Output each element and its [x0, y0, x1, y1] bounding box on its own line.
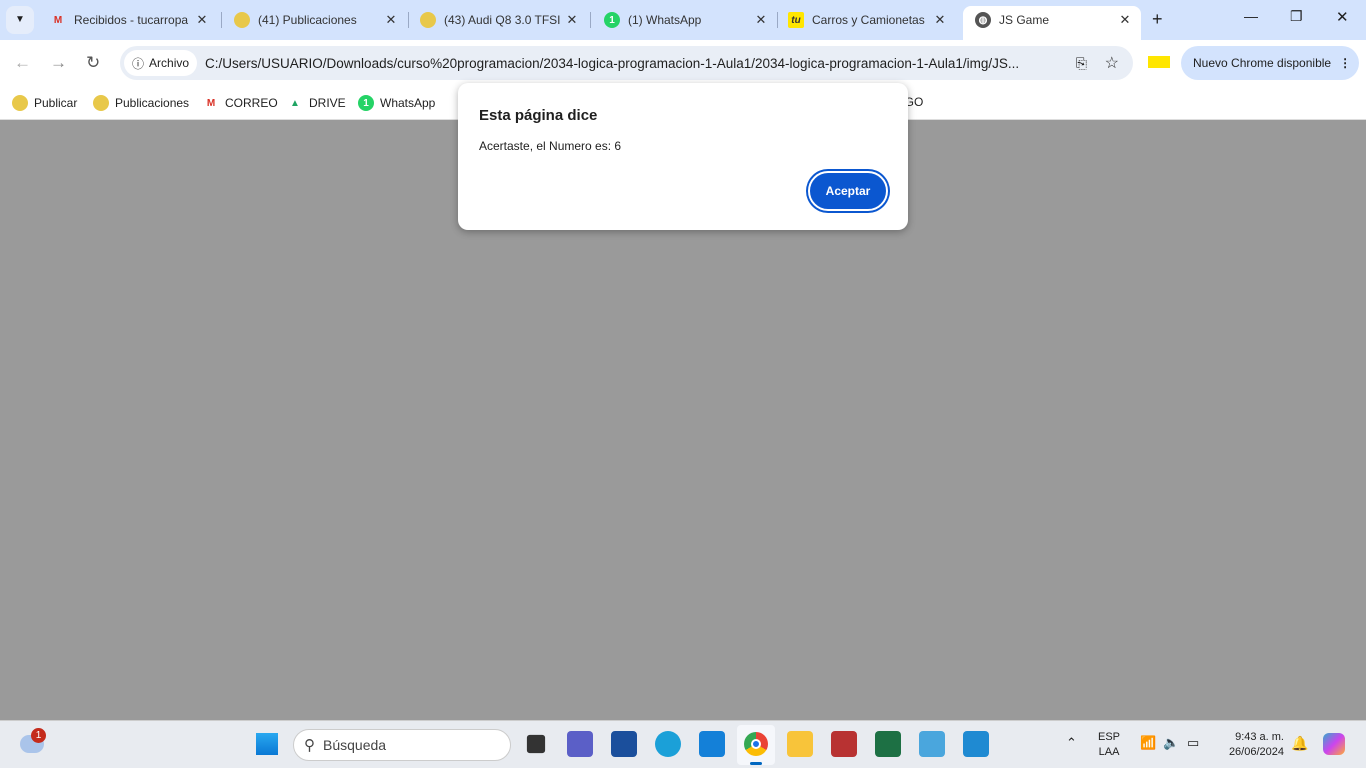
dialog-message: Acertaste, el Numero es: 6	[479, 139, 622, 153]
tucarro-icon	[420, 12, 436, 28]
dialog-title: Esta página dice	[479, 107, 598, 124]
alert-dialog: Esta página dice Acertaste, el Numero es…	[458, 83, 908, 230]
mail-icon[interactable]	[699, 731, 725, 757]
restore-button[interactable]: ❐	[1290, 8, 1303, 25]
bell-icon[interactable]: 🔔	[1291, 735, 1308, 752]
notepad-icon[interactable]	[919, 731, 945, 757]
globe-icon: ◍	[975, 12, 991, 28]
teams-icon[interactable]	[567, 731, 593, 757]
close-icon[interactable]: ✕	[930, 12, 950, 28]
forward-button[interactable]: →	[50, 53, 67, 73]
toolbar: ← → ↻ ⓘ Archivo C:/Users/USUARIO/Download…	[0, 40, 1366, 86]
clock[interactable]: 9:43 a. m. 26/06/2024	[1218, 730, 1284, 760]
reload-button[interactable]: ↻	[86, 53, 100, 73]
star-icon[interactable]: ☆	[1105, 53, 1119, 73]
close-icon[interactable]: ✕	[562, 12, 582, 28]
tu-icon: tu	[788, 12, 804, 28]
info-icon: ⓘ	[132, 56, 145, 71]
start-button[interactable]	[256, 733, 278, 755]
tab-publicaciones[interactable]: (41) Publicaciones ✕	[222, 6, 407, 34]
edge-icon[interactable]	[655, 731, 681, 757]
tucarro-icon	[93, 95, 109, 111]
url-text[interactable]: C:/Users/USUARIO/Downloads/curso%20progr…	[205, 56, 1019, 71]
tab-search-button[interactable]: ▼	[6, 6, 34, 34]
file-explorer-icon[interactable]	[787, 731, 813, 757]
copilot-icon[interactable]	[1323, 733, 1345, 755]
whatsapp-icon: 1	[358, 95, 374, 111]
back-button[interactable]: ←	[14, 53, 31, 73]
close-icon[interactable]: ✕	[1115, 12, 1135, 28]
tab-js-game[interactable]: ◍ JS Game ✕	[963, 6, 1141, 40]
gmail-icon: M	[53, 14, 63, 26]
close-icon[interactable]: ✕	[192, 12, 212, 28]
access-icon[interactable]	[831, 731, 857, 757]
show-hidden-icons[interactable]: ⌃	[1066, 735, 1077, 751]
notification-badge: 1	[31, 728, 46, 743]
tab-strip: ▼ M Recibidos - tucarropa ✕ (41) Publicaci…	[0, 0, 1366, 40]
excel-icon[interactable]	[875, 731, 901, 757]
address-bar[interactable]: ⓘ Archivo C:/Users/USUARIO/Downloads/curs…	[120, 46, 1133, 80]
accept-button[interactable]: Aceptar	[808, 171, 888, 211]
store-icon[interactable]	[611, 731, 637, 757]
wifi-icon[interactable]: 📶	[1140, 735, 1156, 751]
tab-whatsapp[interactable]: 1 (1) WhatsApp ✕	[592, 6, 777, 34]
bookmark-publicar[interactable]: Publicar	[12, 95, 77, 111]
tab-carros[interactable]: tu Carros y Camionetas ✕	[776, 6, 956, 34]
tucarro-icon	[234, 12, 250, 28]
battery-icon[interactable]: ▭	[1187, 735, 1199, 751]
whatsapp-icon: 1	[604, 12, 620, 28]
site-info-chip[interactable]: ⓘ Archivo	[124, 50, 198, 76]
taskbar: 1 ⚲ Búsqueda ⌃ ESP LAA 📶 🔈 ▭ 9:43 a. m. 26/…	[0, 720, 1366, 768]
bookmark-publicaciones[interactable]: Publicaciones	[93, 95, 189, 111]
translate-icon[interactable]: ⎘	[1076, 55, 1087, 72]
language-indicator[interactable]: ESP LAA	[1098, 730, 1120, 760]
close-window-button[interactable]: ✕	[1336, 8, 1349, 26]
bookmark-drive[interactable]: ▲ DRIVE	[287, 95, 346, 111]
vscode-icon[interactable]	[963, 731, 989, 757]
close-icon[interactable]: ✕	[751, 12, 771, 28]
search-icon: ⚲	[304, 737, 315, 754]
menu-icon: ⋮	[1339, 56, 1352, 70]
tab-audi[interactable]: (43) Audi Q8 3.0 TFSI ✕	[408, 6, 588, 34]
tucarro-extension-icon[interactable]	[1148, 56, 1170, 68]
tucarro-icon	[12, 95, 28, 111]
bookmark-whatsapp[interactable]: 1 WhatsApp	[358, 95, 435, 111]
bookmark-correo[interactable]: M CORREO	[203, 95, 278, 111]
new-tab-button[interactable]: +	[1152, 9, 1163, 30]
minimize-button[interactable]: —	[1244, 8, 1258, 24]
gmail-icon: M	[206, 97, 216, 109]
update-chrome-button[interactable]: Nuevo Chrome disponible ⋮	[1181, 46, 1359, 80]
close-icon[interactable]: ✕	[381, 12, 401, 28]
chrome-icon[interactable]	[737, 725, 775, 765]
taskbar-search[interactable]: ⚲ Búsqueda	[293, 729, 511, 761]
drive-icon: ▲	[290, 97, 300, 109]
tab-gmail[interactable]: M Recibidos - tucarropa ✕	[38, 6, 218, 34]
task-view-icon[interactable]	[526, 734, 546, 754]
volume-icon[interactable]: 🔈	[1163, 735, 1179, 751]
